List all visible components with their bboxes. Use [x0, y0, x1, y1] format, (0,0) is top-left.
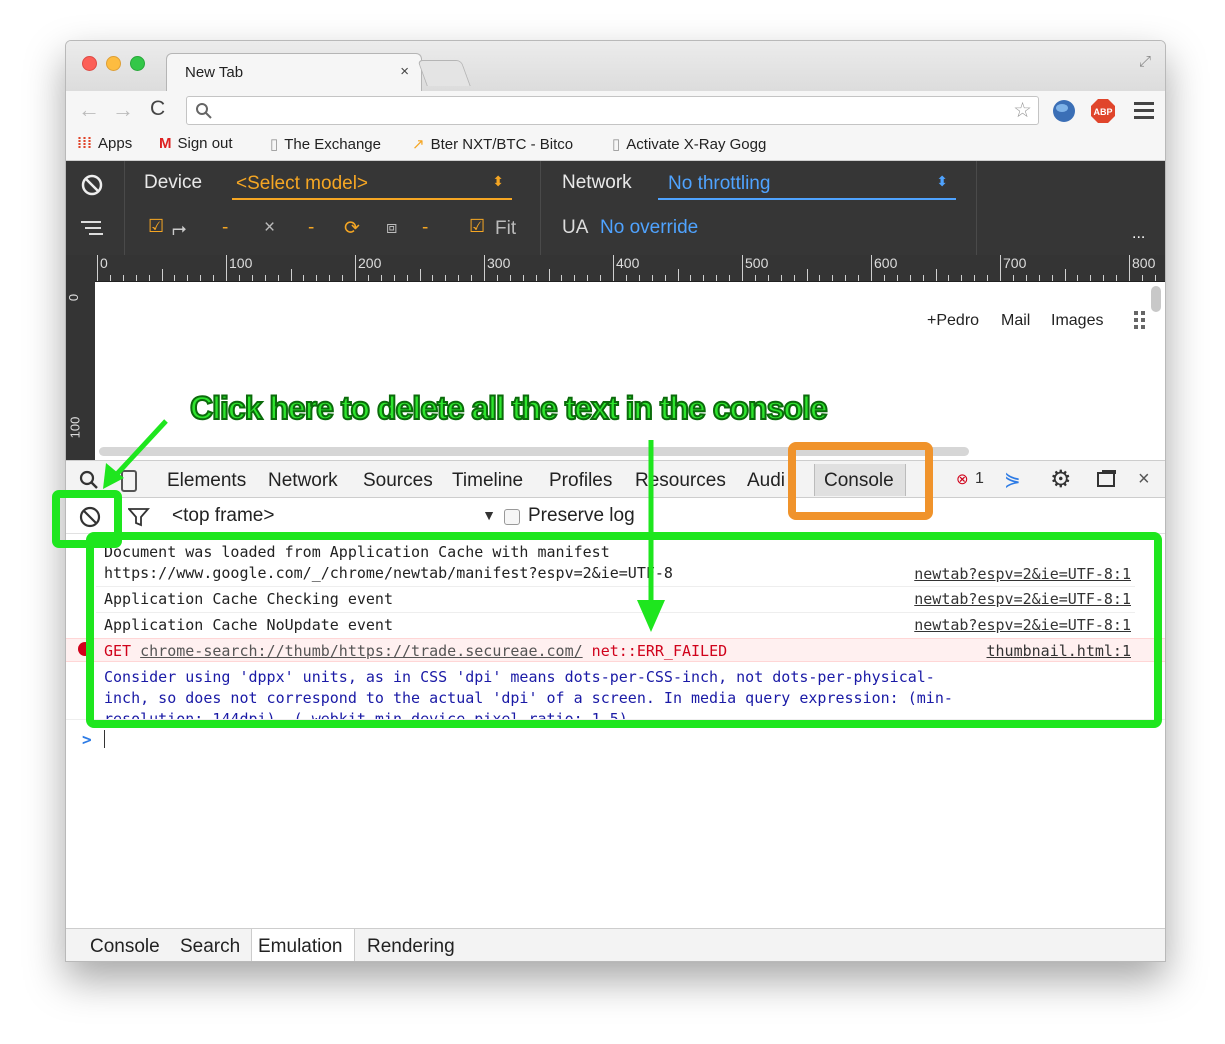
console-messages-highlight [86, 532, 1162, 728]
annotation-text: Click here to delete all the text in the… [189, 389, 829, 427]
arrow-line [114, 419, 168, 477]
arrow-head [637, 600, 665, 632]
console-tab-highlight [788, 442, 933, 520]
annotation-overlay [52, 419, 1162, 728]
